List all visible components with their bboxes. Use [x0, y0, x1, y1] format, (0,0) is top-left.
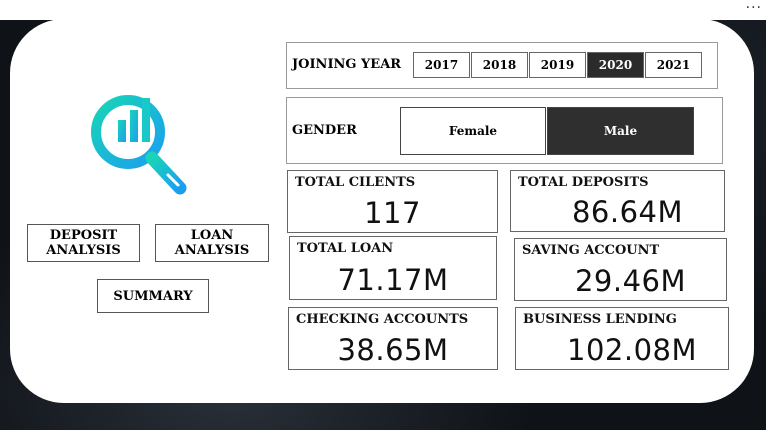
kpi-total-deposits: TOTAL DEPOSITS 86.64M [510, 170, 725, 232]
kpi-value: 38.65M [337, 333, 449, 367]
joining-year-label: JOINING YEAR [292, 57, 402, 72]
kpi-title: TOTAL DEPOSITS [518, 175, 649, 190]
year-option-2019[interactable]: 2019 [529, 52, 586, 78]
loan-analysis-button[interactable]: LOAN ANALYSIS [155, 224, 269, 262]
kpi-value: 71.17M [337, 263, 449, 297]
gender-option-male[interactable]: Male [547, 107, 694, 155]
kpi-value: 86.64M [571, 195, 684, 229]
kpi-title: TOTAL LOAN [297, 241, 394, 256]
kpi-value: 29.46M [574, 264, 687, 298]
deposit-analysis-button[interactable]: DEPOSIT ANALYSIS [27, 224, 140, 262]
kpi-value: 117 [364, 196, 421, 230]
kpi-saving-account: SAVING ACCOUNT 29.46M [514, 238, 727, 301]
summary-button[interactable]: SUMMARY [97, 279, 209, 313]
kpi-business-lending: BUSINESS LENDING 102.08M [515, 307, 729, 370]
year-option-2018[interactable]: 2018 [471, 52, 528, 78]
year-option-2017[interactable]: 2017 [413, 52, 470, 78]
more-options-icon[interactable]: ··· [746, 1, 762, 15]
kpi-title: BUSINESS LENDING [523, 312, 677, 327]
kpi-total-clients: TOTAL CILENTS 117 [287, 170, 498, 233]
gender-option-female[interactable]: Female [400, 107, 546, 155]
analytics-magnifier-icon [80, 92, 192, 204]
kpi-checking-accounts: CHECKING ACCOUNTS 38.65M [288, 307, 498, 370]
kpi-title: SAVING ACCOUNT [522, 243, 660, 258]
top-bar: ··· [0, 0, 766, 20]
kpi-total-loan: TOTAL LOAN 71.17M [289, 236, 497, 300]
kpi-title: TOTAL CILENTS [295, 175, 416, 190]
year-option-2021[interactable]: 2021 [645, 52, 702, 78]
year-option-2020[interactable]: 2020 [587, 52, 644, 78]
kpi-title: CHECKING ACCOUNTS [296, 312, 469, 327]
kpi-value: 102.08M [567, 333, 697, 367]
gender-label: GENDER [292, 123, 357, 138]
